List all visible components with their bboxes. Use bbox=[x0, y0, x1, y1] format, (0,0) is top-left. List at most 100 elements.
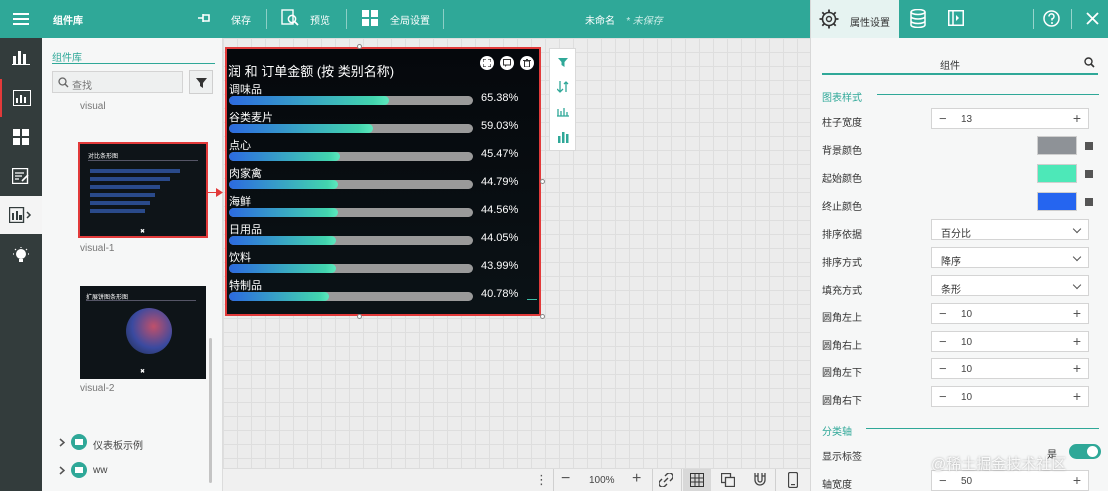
filter-button[interactable] bbox=[189, 70, 213, 94]
decrement-button[interactable]: − bbox=[939, 111, 947, 126]
filter-icon[interactable] bbox=[558, 57, 568, 67]
save-button[interactable]: 保存 bbox=[231, 12, 251, 27]
form-icon bbox=[12, 168, 29, 184]
nav-layout[interactable] bbox=[0, 118, 42, 156]
nav-charts[interactable] bbox=[0, 38, 42, 76]
heading-underline bbox=[52, 63, 215, 64]
pin-icon[interactable] bbox=[197, 11, 213, 28]
show-labels-toggle[interactable] bbox=[1069, 444, 1101, 459]
bar[interactable] bbox=[229, 208, 338, 217]
bar-track bbox=[229, 124, 473, 133]
global-settings-button[interactable]: 全局设置 bbox=[390, 12, 430, 27]
decrement-button[interactable]: − bbox=[939, 361, 947, 376]
drag-arrow-icon bbox=[216, 188, 223, 197]
zoom-in-button[interactable]: + bbox=[632, 470, 641, 488]
bg-color-swatch[interactable] bbox=[1037, 136, 1077, 155]
bar-chart-visual[interactable]: 润 和 订单金额 (按 类别名称) 调味品 65.38% 谷类麦片 59.03% 点心 4… bbox=[225, 47, 541, 316]
bar-track bbox=[229, 180, 473, 189]
color-picker-icon[interactable] bbox=[1085, 198, 1093, 206]
more-options-icon[interactable]: ⋮ bbox=[535, 472, 548, 488]
magnet-icon[interactable] bbox=[753, 473, 767, 487]
menu-icon[interactable] bbox=[13, 12, 29, 29]
bar-track bbox=[229, 208, 473, 217]
bar-category-label: 肉家禽 bbox=[229, 168, 262, 180]
nav-forms[interactable] bbox=[0, 157, 42, 195]
nav-insights[interactable] bbox=[0, 237, 42, 275]
radius-top-right-stepper[interactable]: −10 + bbox=[931, 331, 1089, 352]
bar[interactable] bbox=[229, 236, 336, 245]
color-picker-icon[interactable] bbox=[1085, 142, 1093, 150]
increment-button[interactable]: + bbox=[1073, 333, 1081, 349]
zoom-out-button[interactable]: − bbox=[561, 470, 570, 488]
bar[interactable] bbox=[229, 180, 338, 189]
increment-button[interactable]: + bbox=[1073, 472, 1081, 488]
sort-by-select[interactable]: 百分比 bbox=[931, 219, 1089, 240]
increment-button[interactable]: + bbox=[1073, 305, 1081, 321]
prop-label: 圆角右上 bbox=[822, 341, 862, 352]
format-icon[interactable] bbox=[948, 10, 964, 26]
canvas-bottom-bar: ⋮ − 100% + bbox=[223, 468, 810, 491]
radius-top-left-stepper[interactable]: −10 + bbox=[931, 303, 1089, 324]
section-chart-style: 图表样式 bbox=[822, 93, 862, 104]
radius-bottom-left-stepper[interactable]: −10 + bbox=[931, 358, 1089, 379]
grid-toggle[interactable] bbox=[683, 469, 711, 491]
nav-data-charts[interactable] bbox=[0, 79, 42, 117]
chevron-down-icon bbox=[1072, 280, 1082, 290]
color-picker-icon[interactable] bbox=[1085, 170, 1093, 178]
close-icon[interactable] bbox=[1086, 12, 1099, 25]
bar-row: 海鲜 44.56% bbox=[229, 193, 539, 221]
folder-item[interactable]: 仪表板示例 bbox=[59, 434, 209, 452]
end-color-swatch[interactable] bbox=[1037, 192, 1077, 211]
subtab-component[interactable]: 组件 bbox=[940, 57, 960, 72]
decrement-button[interactable]: − bbox=[939, 334, 947, 349]
bar-value-label: 40.78% bbox=[481, 288, 519, 300]
bar-value-label: 43.99% bbox=[481, 260, 519, 272]
chevron-down-icon bbox=[1072, 224, 1082, 234]
library-thumb-visual-2[interactable]: 扩展饼图条形图 ✖ bbox=[80, 286, 206, 379]
bar-value-label: 59.03% bbox=[481, 120, 519, 132]
fill-mode-select[interactable]: 条形 bbox=[931, 275, 1089, 296]
bar[interactable] bbox=[229, 96, 389, 105]
increment-button[interactable]: + bbox=[1073, 360, 1081, 376]
decrement-button[interactable]: − bbox=[939, 389, 947, 404]
decrement-button[interactable]: − bbox=[939, 473, 947, 488]
bar-chart-icon[interactable] bbox=[557, 131, 569, 143]
bar[interactable] bbox=[229, 152, 340, 161]
start-color-swatch[interactable] bbox=[1037, 164, 1077, 183]
analytics-icon[interactable] bbox=[557, 105, 569, 117]
search-icon[interactable] bbox=[1084, 57, 1095, 68]
bar-width-stepper[interactable]: −13 + bbox=[931, 108, 1089, 129]
link-icon[interactable] bbox=[659, 473, 673, 487]
prop-label: 轴宽度 bbox=[822, 480, 852, 491]
bar[interactable] bbox=[229, 264, 336, 273]
search-input[interactable]: 查找 bbox=[52, 71, 183, 93]
bar-value-label: 44.79% bbox=[481, 176, 519, 188]
mobile-view-icon[interactable] bbox=[788, 472, 798, 488]
section-category-axis: 分类轴 bbox=[822, 427, 852, 438]
bar[interactable] bbox=[229, 124, 373, 133]
prop-label: 圆角左下 bbox=[822, 368, 862, 379]
bar-value-label: 45.47% bbox=[481, 148, 519, 160]
folder-item[interactable]: ww bbox=[59, 462, 209, 480]
property-panel: 属性设置 组件 图表样式 柱子宽度 −13 + 背景颜色 起始颜色 终止颜色 排序… bbox=[810, 0, 1108, 491]
decrement-button[interactable]: − bbox=[939, 306, 947, 321]
chevron-down-icon bbox=[1072, 252, 1082, 262]
tab-properties[interactable]: 属性设置 bbox=[811, 0, 899, 38]
preview-button[interactable]: 预览 bbox=[310, 12, 330, 27]
increment-button[interactable]: + bbox=[1073, 388, 1081, 404]
preview-icon[interactable] bbox=[281, 9, 299, 30]
increment-button[interactable]: + bbox=[1073, 110, 1081, 126]
sort-order-select[interactable]: 降序 bbox=[931, 247, 1089, 268]
global-settings-icon[interactable] bbox=[362, 10, 378, 29]
layers-icon[interactable] bbox=[721, 473, 735, 487]
design-canvas[interactable]: 润 和 订单金额 (按 类别名称) 调味品 65.38% 谷类麦片 59.03% 点心 4… bbox=[223, 38, 810, 468]
bar[interactable] bbox=[229, 292, 329, 301]
save-status: * 未保存 bbox=[626, 16, 663, 27]
sort-icon[interactable] bbox=[557, 81, 569, 93]
radius-bottom-right-stepper[interactable]: −10 + bbox=[931, 386, 1089, 407]
nav-component-library[interactable] bbox=[0, 196, 42, 234]
help-icon[interactable] bbox=[1043, 10, 1060, 27]
library-scrollbar[interactable] bbox=[209, 338, 212, 483]
database-icon[interactable] bbox=[910, 9, 926, 28]
library-thumb-visual-1[interactable]: 对比条形图 ✖ bbox=[78, 142, 208, 238]
